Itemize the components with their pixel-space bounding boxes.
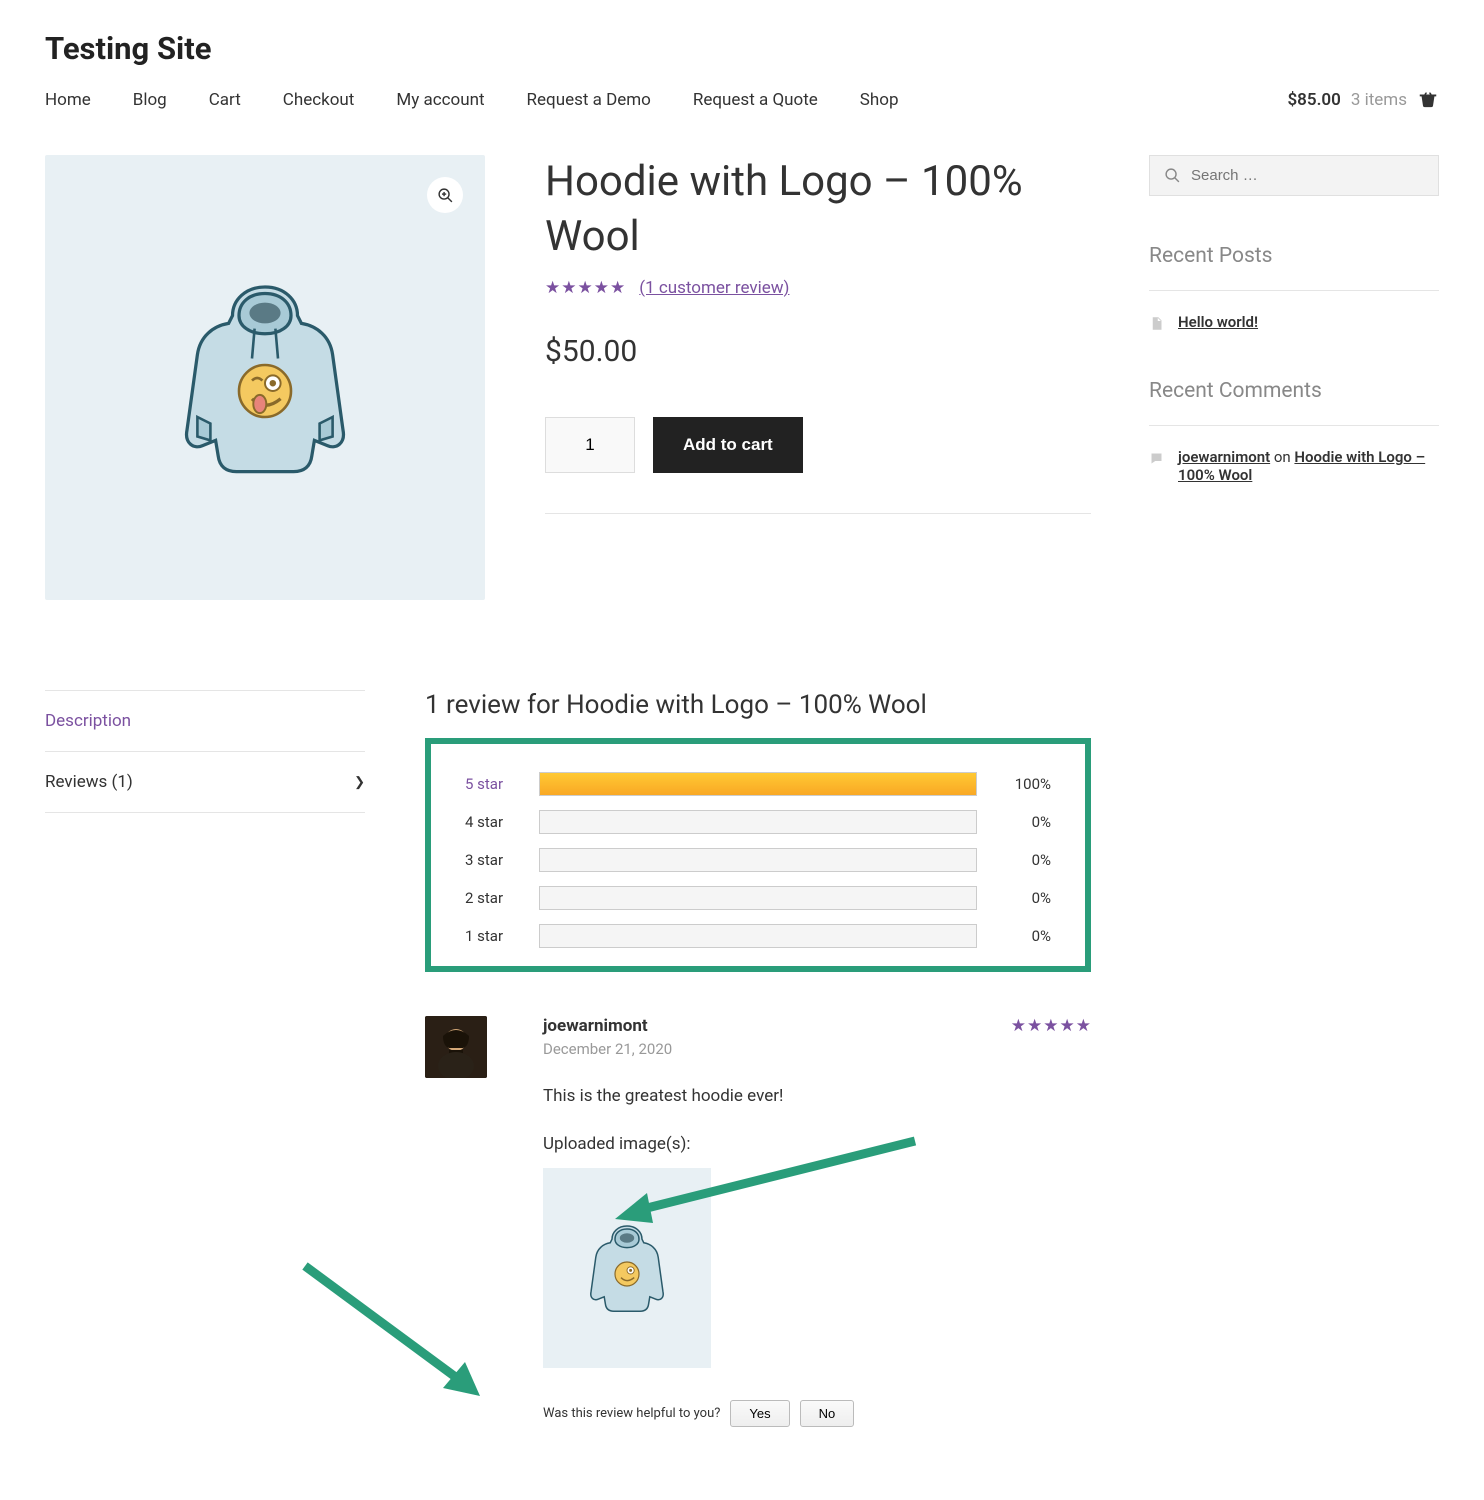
recent-posts-title: Recent Posts [1149,244,1439,268]
helpful-question: Was this review helpful to you? [543,1406,720,1421]
star-icon: ★ [1043,1016,1058,1036]
review-item: joewarnimont December 21, 2020 ★ ★ ★ ★ ★ [425,1016,1091,1427]
nav-account[interactable]: My account [396,90,484,110]
rating-label: 5 star [465,775,515,793]
review-count-link[interactable]: (1 customer review) [639,278,789,298]
rating-label: 3 star [465,851,515,869]
basket-icon [1417,89,1439,111]
search-box[interactable] [1149,155,1439,196]
list-item: joewarnimont on Hoodie with Logo – 100% … [1149,448,1439,484]
recent-post-link[interactable]: Hello world! [1178,313,1258,331]
tab-label: Description [45,711,131,731]
rating-percent: 0% [1001,851,1051,869]
product-price: $50.00 [545,334,1091,369]
list-item: Hello world! [1149,313,1439,331]
search-input[interactable] [1191,167,1424,184]
nav-checkout[interactable]: Checkout [283,90,355,110]
nav-home[interactable]: Home [45,90,91,110]
recent-posts-widget: Hello world! [1149,290,1439,331]
rating-percent: 100% [1001,775,1051,793]
avatar [425,1016,487,1078]
rating-bar [539,772,977,796]
on-text: on [1270,448,1294,466]
comment-icon [1149,451,1164,466]
rating-bar [539,810,977,834]
star-icon: ★ [594,278,609,298]
add-to-cart-button[interactable]: Add to cart [653,417,803,473]
divider [545,513,1091,514]
star-icon: ★ [561,278,576,298]
tab-description[interactable]: Description [45,690,365,752]
header: Home Blog Cart Checkout My account Reque… [45,89,1439,111]
rating-label: 1 star [465,927,515,945]
star-rating: ★ ★ ★ ★ ★ [545,278,625,298]
cart-summary[interactable]: $85.00 3 items [1287,89,1439,111]
product-title: Hoodie with Logo – 100% Wool [545,155,1091,264]
rating-bar [539,924,977,948]
nav-blog[interactable]: Blog [133,90,167,110]
quantity-input[interactable] [545,417,635,473]
helpful-yes-button[interactable]: Yes [730,1400,789,1427]
rating-row-1[interactable]: 1 star 0% [465,924,1051,948]
rating-percent: 0% [1001,889,1051,907]
hoodie-illustration [135,248,395,508]
rating-row-2[interactable]: 2 star 0% [465,886,1051,910]
cart-count: 3 items [1351,90,1407,110]
zoom-icon[interactable] [427,177,463,213]
nav-demo[interactable]: Request a Demo [527,90,651,110]
rating-row-5[interactable]: 5 star 100% [465,772,1051,796]
review-text: This is the greatest hoodie ever! [543,1086,1091,1106]
comment-author-link[interactable]: joewarnimont [1178,448,1270,466]
chevron-right-icon: ❯ [354,775,365,790]
tab-reviews[interactable]: Reviews (1) ❯ [45,752,365,813]
recent-comments-title: Recent Comments [1149,379,1439,403]
star-icon: ★ [578,278,593,298]
rating-bar [539,848,977,872]
nav-shop[interactable]: Shop [860,90,899,110]
cart-total: $85.00 [1287,90,1340,110]
main-nav: Home Blog Cart Checkout My account Reque… [45,90,899,110]
rating-label: 4 star [465,813,515,831]
reviews-heading: 1 review for Hoodie with Logo – 100% Woo… [425,690,1091,720]
reviewer-name: joewarnimont [543,1016,672,1036]
recent-comments-widget: joewarnimont on Hoodie with Logo – 100% … [1149,425,1439,484]
review-date: December 21, 2020 [543,1040,672,1058]
rating-row-4[interactable]: 4 star 0% [465,810,1051,834]
annotation-arrow-icon [295,1256,495,1406]
helpful-no-button[interactable]: No [800,1400,855,1427]
reviews-panel: 1 review for Hoodie with Logo – 100% Woo… [425,690,1091,1427]
star-icon: ★ [610,278,625,298]
product-summary: Hoodie with Logo – 100% Wool ★ ★ ★ ★ ★ (… [545,155,1091,600]
product-image[interactable] [45,155,485,600]
star-icon: ★ [1076,1016,1091,1036]
rating-row-3[interactable]: 3 star 0% [465,848,1051,872]
site-title: Testing Site [45,30,1439,67]
star-icon: ★ [545,278,560,298]
rating-percent: 0% [1001,927,1051,945]
helpful-prompt: Was this review helpful to you? Yes No [543,1400,1091,1427]
rating-breakdown: 5 star 100% 4 star 0% 3 star 0% [425,738,1091,972]
rating-label: 2 star [465,889,515,907]
star-icon: ★ [1027,1016,1042,1036]
rating-percent: 0% [1001,813,1051,831]
star-icon: ★ [1011,1016,1026,1036]
nav-quote[interactable]: Request a Quote [693,90,818,110]
review-stars: ★ ★ ★ ★ ★ [1011,1016,1091,1036]
sidebar: Recent Posts Hello world! Recent Comment… [1149,155,1439,1427]
document-icon [1149,316,1164,331]
tab-label: Reviews (1) [45,772,133,792]
annotation-arrow-icon [605,1131,925,1231]
search-icon [1164,167,1181,184]
nav-cart[interactable]: Cart [209,90,241,110]
star-icon: ★ [1060,1016,1075,1036]
rating-bar [539,886,977,910]
